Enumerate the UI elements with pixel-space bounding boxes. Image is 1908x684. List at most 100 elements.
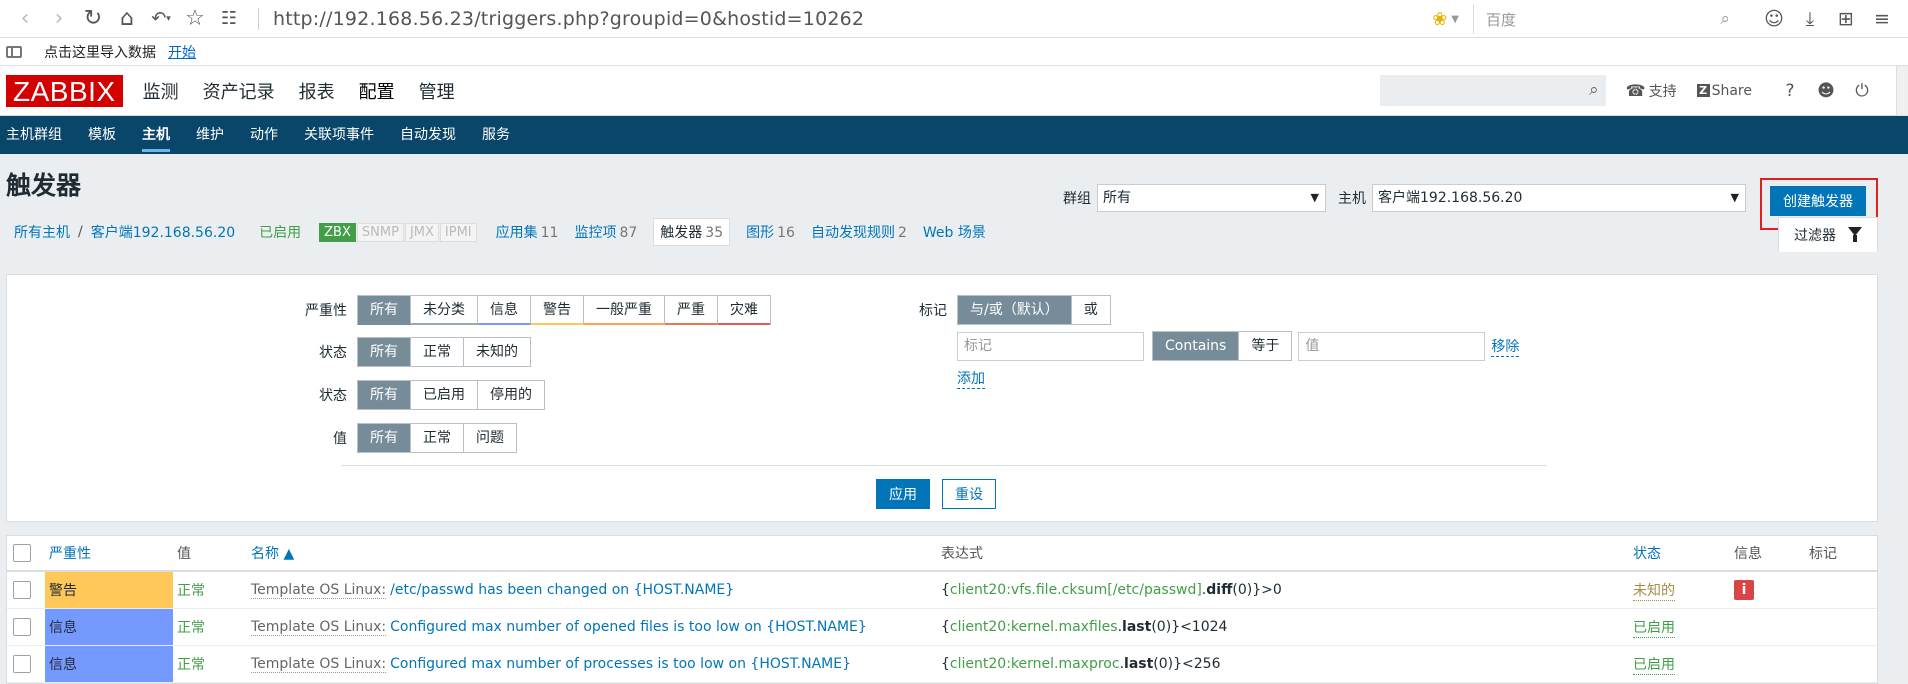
sub-menu-maintenance[interactable]: 维护 xyxy=(196,116,224,154)
column-header-name[interactable]: 名称 ▲ xyxy=(251,543,294,563)
back-icon[interactable]: ‹ xyxy=(8,4,42,34)
severity-option-disaster[interactable]: 灾难 xyxy=(718,296,770,325)
trigger-status-link[interactable]: 未知的 xyxy=(1633,580,1675,601)
sub-menu-actions[interactable]: 动作 xyxy=(250,116,278,154)
apply-filter-button[interactable]: 应用 xyxy=(876,479,930,509)
trigger-name-link[interactable]: /etc/passwd has been changed on {HOST.NA… xyxy=(390,582,734,598)
breadcrumb-all-hosts[interactable]: 所有主机 xyxy=(14,222,70,242)
severity-option-warning[interactable]: 警告 xyxy=(531,296,584,325)
trigger-status-link[interactable]: 已启用 xyxy=(1633,654,1675,675)
main-menu-administration[interactable]: 管理 xyxy=(419,78,455,104)
state-option-unknown[interactable]: 未知的 xyxy=(464,338,530,366)
sub-menu-discovery[interactable]: 自动发现 xyxy=(400,116,456,154)
expression-item-link[interactable]: client20:vfs.file.cksum[/etc/passwd] xyxy=(950,582,1202,598)
help-icon[interactable]: ? xyxy=(1772,81,1808,101)
account-icon[interactable]: ☺ xyxy=(1756,8,1792,30)
severity-option-information[interactable]: 信息 xyxy=(478,296,531,325)
favorite-star-icon[interactable]: ☆ xyxy=(178,4,212,34)
share-link[interactable]: Z Share xyxy=(1696,83,1752,99)
sub-menu-hosts[interactable]: 主机 xyxy=(142,116,170,154)
trigger-status-link[interactable]: 已启用 xyxy=(1633,617,1675,638)
browser-search-input[interactable]: 百度 ⌕ xyxy=(1473,4,1738,34)
expression-item-link[interactable]: client20:kernel.maxproc xyxy=(950,656,1120,672)
main-menu-configuration[interactable]: 配置 xyxy=(359,78,395,104)
address-bar[interactable]: http://192.168.56.23/triggers.php?groupi… xyxy=(273,8,864,30)
state-option-all[interactable]: 所有 xyxy=(358,338,411,366)
page-scrollbar[interactable] xyxy=(1896,66,1908,115)
remove-tag-link[interactable]: 移除 xyxy=(1491,336,1520,357)
tab-triggers[interactable]: 触发器 35 xyxy=(653,218,731,246)
template-link[interactable]: Template OS Linux: xyxy=(251,582,387,599)
status-option-all[interactable]: 所有 xyxy=(358,381,411,409)
user-profile-icon[interactable]: ☻ xyxy=(1808,81,1844,101)
tag-name-input[interactable]: 标记 xyxy=(957,331,1144,361)
breadcrumb-host[interactable]: 客户端192.168.56.20 xyxy=(91,222,235,242)
sub-menu-services[interactable]: 服务 xyxy=(482,116,510,154)
select-all-checkbox[interactable] xyxy=(13,544,31,562)
severity-option-high[interactable]: 严重 xyxy=(665,296,718,325)
expression-item-link[interactable]: client20:kernel.maxfiles xyxy=(950,619,1118,635)
severity-filter: 所有 未分类 信息 警告 一般严重 严重 灾难 xyxy=(357,295,771,325)
tab-applications[interactable]: 应用集 11 xyxy=(496,222,559,242)
main-menu-monitoring[interactable]: 监测 xyxy=(143,78,179,104)
tags-mode-or[interactable]: 或 xyxy=(1071,296,1110,324)
filter-tab[interactable]: 过滤器 xyxy=(1778,217,1878,252)
tab-items[interactable]: 监控项 87 xyxy=(574,222,637,242)
main-menu-reports[interactable]: 报表 xyxy=(299,78,335,104)
severity-option-all[interactable]: 所有 xyxy=(358,296,411,325)
logout-power-icon[interactable]: ⏻ xyxy=(1844,81,1880,101)
value-option-all[interactable]: 所有 xyxy=(358,424,411,452)
state-option-normal[interactable]: 正常 xyxy=(411,338,464,366)
tag-operator-contains[interactable]: Contains xyxy=(1153,332,1240,360)
tab-discovery-rules[interactable]: 自动发现规则 2 xyxy=(811,222,907,242)
tag-value-input[interactable]: 值 xyxy=(1298,331,1486,361)
headset-icon: ☎ xyxy=(1625,81,1646,100)
sub-menu-event-correlation[interactable]: 关联项事件 xyxy=(304,116,374,154)
reading-list-icon[interactable]: ☷ xyxy=(212,4,246,34)
tab-graphs[interactable]: 图形 16 xyxy=(746,222,795,242)
info-error-icon[interactable]: i xyxy=(1734,580,1754,600)
row-checkbox[interactable] xyxy=(13,618,31,636)
search-icon[interactable]: ⌕ xyxy=(1720,9,1730,29)
tags-mode-and-or[interactable]: 与/或（默认） xyxy=(958,296,1072,324)
table-row: 警告 正常 Template OS Linux: /etc/passwd has… xyxy=(7,572,1877,609)
undo-icon[interactable]: ↶ ▾ xyxy=(144,4,178,34)
forward-icon[interactable]: › xyxy=(42,4,76,34)
tab-web-scenarios[interactable]: Web 场景 xyxy=(923,222,986,242)
extensions-grid-icon[interactable]: ⊞ xyxy=(1828,8,1864,30)
group-select[interactable]: 所有 ▼ xyxy=(1097,184,1326,212)
global-search-input[interactable]: ⌕ xyxy=(1379,75,1606,106)
add-tag-link[interactable]: 添加 xyxy=(957,368,985,389)
severity-option-average[interactable]: 一般严重 xyxy=(584,296,665,325)
row-checkbox[interactable] xyxy=(13,655,31,673)
zabbix-logo[interactable]: ZABBIX xyxy=(6,74,123,107)
main-menu-inventory[interactable]: 资产记录 xyxy=(203,78,275,104)
value-option-ok[interactable]: 正常 xyxy=(411,424,464,452)
bee-extension-icon[interactable]: ❀ xyxy=(1432,9,1447,30)
column-header-status[interactable]: 状态 xyxy=(1633,543,1661,563)
bookmark-start-link[interactable]: 开始 xyxy=(168,42,196,62)
host-select[interactable]: 客户端192.168.56.20 ▼ xyxy=(1372,184,1746,212)
search-engine-dropdown-icon[interactable]: ▼ xyxy=(1451,14,1459,25)
value-option-problem[interactable]: 问题 xyxy=(464,424,516,452)
bookmark-folder-icon[interactable] xyxy=(6,45,22,58)
status-option-enabled[interactable]: 已启用 xyxy=(411,381,478,409)
template-link[interactable]: Template OS Linux: xyxy=(251,619,387,636)
reset-filter-button[interactable]: 重设 xyxy=(942,479,996,509)
reload-icon[interactable]: ↻ xyxy=(76,4,110,34)
row-checkbox[interactable] xyxy=(13,581,31,599)
sub-menu-host-groups[interactable]: 主机群组 xyxy=(6,116,62,154)
download-icon[interactable]: ⤓ xyxy=(1792,8,1828,30)
search-icon[interactable]: ⌕ xyxy=(1589,80,1599,100)
support-link[interactable]: ☎ 支持 xyxy=(1626,81,1677,101)
column-header-severity[interactable]: 严重性 xyxy=(49,543,91,563)
sub-menu-templates[interactable]: 模板 xyxy=(88,116,116,154)
status-option-disabled[interactable]: 停用的 xyxy=(478,381,544,409)
template-link[interactable]: Template OS Linux: xyxy=(251,656,387,673)
tag-operator-equals[interactable]: 等于 xyxy=(1239,332,1292,360)
trigger-name-link[interactable]: Configured max number of processes is to… xyxy=(390,656,851,672)
menu-hamburger-icon[interactable]: ≡ xyxy=(1864,8,1900,30)
trigger-name-link[interactable]: Configured max number of opened files is… xyxy=(390,619,867,635)
home-icon[interactable]: ⌂ xyxy=(110,4,144,34)
severity-option-not-classified[interactable]: 未分类 xyxy=(411,296,478,325)
